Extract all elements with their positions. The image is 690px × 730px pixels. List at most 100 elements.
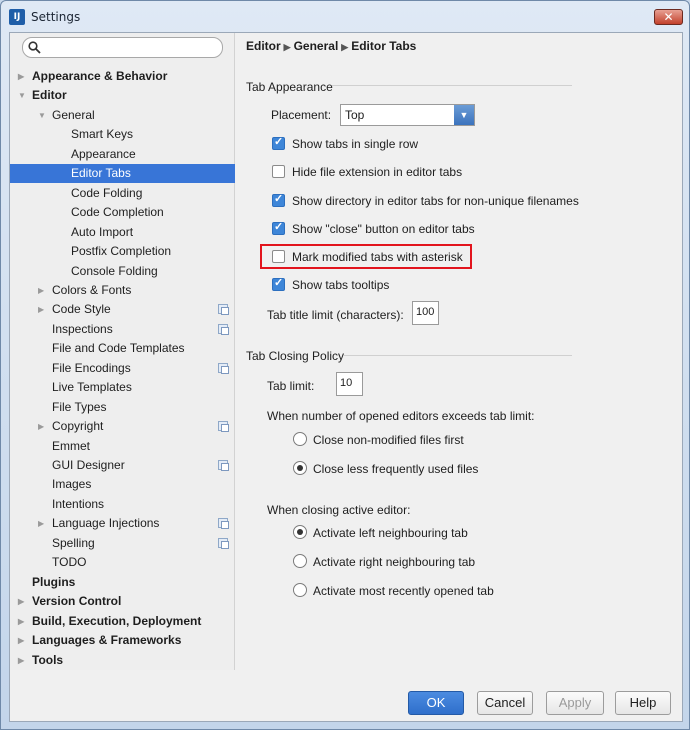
radio-option[interactable]: Activate left neighbouring tab: [293, 525, 553, 541]
sidebar-item-code-style[interactable]: ▶ Code Style: [10, 300, 235, 319]
sidebar-item-emmet[interactable]: Emmet: [10, 437, 235, 456]
sidebar-item-code-completion[interactable]: Code Completion: [10, 203, 235, 222]
tab-closing-title: Tab Closing Policy: [246, 349, 345, 363]
checked-checkbox[interactable]: [272, 276, 285, 291]
title-limit-input[interactable]: 100: [412, 301, 439, 325]
breadcrumb-item: Editor Tabs: [351, 39, 417, 53]
expand-down-icon[interactable]: ▼: [18, 86, 26, 105]
sidebar-item-appearance[interactable]: Appearance: [10, 145, 235, 164]
sidebar-item-label: Code Style: [52, 302, 111, 317]
sidebar-item-spelling[interactable]: Spelling: [10, 534, 235, 553]
sidebar-item-file-encodings[interactable]: File Encodings: [10, 359, 235, 378]
sidebar-item-general[interactable]: ▼ General: [10, 106, 235, 125]
checkbox-option[interactable]: Show tabs in single row: [272, 135, 592, 152]
expand-down-icon[interactable]: ▼: [38, 106, 46, 125]
checkbox-label: Show tabs in single row: [292, 137, 419, 151]
sidebar-item-plugins[interactable]: Plugins: [10, 573, 235, 592]
sidebar-item-label: File and Code Templates: [52, 341, 185, 356]
unchecked-checkbox[interactable]: [272, 165, 285, 178]
expand-right-icon[interactable]: ▶: [18, 631, 24, 650]
radio-option[interactable]: Activate most recently opened tab: [293, 583, 553, 599]
expand-right-icon[interactable]: ▶: [18, 67, 24, 86]
sidebar-item-label: Plugins: [32, 574, 76, 589]
sidebar-item-label: File Encodings: [52, 360, 131, 375]
sidebar-item-language-injections[interactable]: ▶ Language Injections: [10, 514, 235, 533]
expand-right-icon[interactable]: ▶: [18, 592, 24, 611]
search-field[interactable]: [22, 37, 223, 58]
sidebar-item-build-execution-deployment[interactable]: ▶ Build, Execution, Deployment: [10, 612, 235, 631]
sidebar-item-languages-frameworks[interactable]: ▶ Languages & Frameworks: [10, 631, 235, 650]
sidebar-item-todo[interactable]: TODO: [10, 553, 235, 572]
expand-right-icon[interactable]: ▶: [38, 417, 44, 436]
tab-limit-input[interactable]: 10: [336, 372, 363, 396]
sidebar-item-appearance-behavior[interactable]: ▶ Appearance & Behavior: [10, 67, 235, 86]
checked-checkbox[interactable]: [272, 192, 285, 207]
ok-button[interactable]: OK: [408, 691, 464, 715]
expand-right-icon[interactable]: ▶: [38, 300, 44, 319]
checkbox-option[interactable]: Show "close" button on editor tabs: [272, 220, 592, 237]
radio-selected[interactable]: [293, 461, 307, 475]
sidebar-item-postfix-completion[interactable]: Postfix Completion: [10, 242, 235, 261]
sidebar-item-file-types[interactable]: File Types: [10, 398, 235, 417]
placement-select[interactable]: Top ▼: [340, 104, 475, 126]
project-scope-icon: [218, 362, 229, 374]
cancel-button[interactable]: Cancel: [477, 691, 533, 715]
sidebar-item-console-folding[interactable]: Console Folding: [10, 262, 235, 281]
sidebar-item-version-control[interactable]: ▶ Version Control: [10, 592, 235, 611]
project-scope-icon: [218, 460, 229, 471]
radio-selected[interactable]: [293, 525, 307, 539]
exceed-limit-label: When number of opened editors exceeds ta…: [267, 409, 535, 423]
expand-right-icon[interactable]: ▶: [18, 651, 24, 670]
radio-option[interactable]: Activate right neighbouring tab: [293, 554, 553, 570]
sidebar-item-gui-designer[interactable]: GUI Designer: [10, 456, 235, 475]
radio-unselected[interactable]: [293, 554, 307, 568]
radio-label: Activate right neighbouring tab: [313, 555, 476, 569]
sidebar-item-label: GUI Designer: [52, 458, 125, 472]
sidebar-item-editor[interactable]: ▼ Editor: [10, 86, 235, 105]
checkbox-option[interactable]: Show directory in editor tabs for non-un…: [272, 192, 592, 209]
expand-right-icon[interactable]: ▶: [38, 281, 44, 300]
sidebar-item-smart-keys[interactable]: Smart Keys: [10, 125, 235, 144]
checked-checkbox[interactable]: [272, 220, 285, 235]
settings-window: IJ Settings ✕ ▶ Appearance & Behavior ▼ Edi…: [0, 0, 690, 730]
checkbox-label: Hide file extension in editor tabs: [292, 165, 463, 179]
sidebar-item-copyright[interactable]: ▶ Copyright: [10, 417, 235, 436]
expand-right-icon[interactable]: ▶: [38, 514, 44, 533]
checkbox-option[interactable]: Hide file extension in editor tabs: [272, 164, 592, 180]
checkbox-option[interactable]: Show tabs tooltips: [272, 276, 592, 293]
radio-option[interactable]: Close less frequently used files: [293, 461, 553, 477]
sidebar-item-colors-fonts[interactable]: ▶ Colors & Fonts: [10, 281, 235, 300]
expand-right-icon[interactable]: ▶: [18, 612, 24, 631]
checked-checkbox[interactable]: [272, 135, 285, 150]
sidebar-item-file-and-code-templates[interactable]: File and Code Templates: [10, 339, 235, 358]
radio-unselected[interactable]: [293, 583, 307, 597]
breadcrumb-arrow-icon: ▶: [341, 42, 349, 52]
apply-button[interactable]: Apply: [546, 691, 604, 715]
sidebar-item-label: Colors & Fonts: [52, 282, 132, 297]
breadcrumb: Editor ▶ General ▶ Editor Tabs: [246, 39, 416, 53]
sidebar-item-label: Editor Tabs: [71, 166, 131, 181]
help-button[interactable]: Help: [615, 691, 671, 715]
sidebar-item-images[interactable]: Images: [10, 475, 235, 494]
sidebar-item-auto-import[interactable]: Auto Import: [10, 223, 235, 242]
tab-appearance-title: Tab Appearance: [246, 80, 333, 94]
sidebar-item-code-folding[interactable]: Code Folding: [10, 184, 235, 203]
sidebar-item-tools[interactable]: ▶ Tools: [10, 651, 235, 670]
sidebar-item-label: Appearance & Behavior: [32, 69, 168, 83]
sidebar-item-inspections[interactable]: Inspections: [10, 320, 235, 339]
highlight-box: [260, 244, 472, 269]
chevron-down-icon[interactable]: ▼: [454, 105, 474, 125]
radio-unselected[interactable]: [293, 432, 307, 446]
radio-option[interactable]: Close non-modified files first: [293, 432, 553, 448]
dialog-footer: OK Cancel Apply Help: [10, 670, 682, 721]
sidebar-item-editor-tabs[interactable]: Editor Tabs: [10, 164, 235, 184]
checkbox-label: Show directory in editor tabs for non-un…: [292, 194, 579, 208]
placement-value: Top: [345, 108, 365, 122]
sidebar-item-intentions[interactable]: Intentions: [10, 495, 235, 514]
close-window-button[interactable]: ✕: [654, 9, 683, 25]
editor-tabs-panel: Editor ▶ General ▶ Editor Tabs Tab Appearanc…: [236, 33, 682, 670]
sidebar-item-live-templates[interactable]: Live Templates: [10, 378, 235, 397]
sidebar-item-label: Language Injections: [52, 516, 160, 531]
sidebar-item-label: Tools: [32, 652, 64, 667]
search-input[interactable]: [43, 39, 219, 56]
